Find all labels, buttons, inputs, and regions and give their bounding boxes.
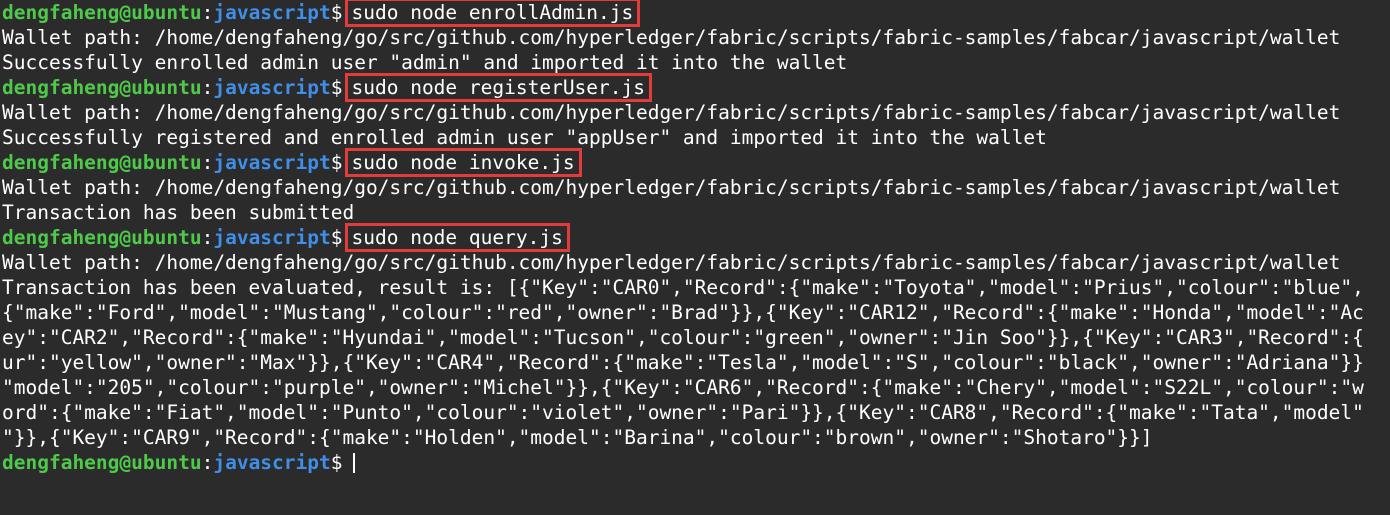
prompt-line: dengfaheng@ubuntu:javascript$ sudo node i…: [2, 148, 1364, 177]
output-line: {"make":"Ford","model":"Mustang","colour…: [2, 301, 1364, 324]
prompt-colon: :: [201, 451, 214, 474]
active-prompt-line[interactable]: dengfaheng@ubuntu:javascript$: [2, 450, 1364, 475]
prompt-symbol: $: [330, 151, 343, 174]
highlighted-command: sudo node invoke.js: [344, 148, 582, 177]
prompt-colon: :: [201, 226, 214, 249]
prompt-user-host: dengfaheng@ubuntu: [2, 451, 202, 474]
prompt-user-host: dengfaheng@ubuntu: [2, 151, 202, 174]
highlighted-command: sudo node query.js: [344, 223, 570, 252]
output-line: Transaction has been submitted: [2, 201, 355, 224]
output-line: ey":"CAR2","Record":{"make":"Hyundai","m…: [2, 326, 1364, 349]
prompt-symbol: $: [330, 76, 343, 99]
prompt-directory: javascript: [213, 151, 331, 174]
output-line: Wallet path: /home/dengfaheng/go/src/git…: [2, 26, 1341, 49]
prompt-user-host: dengfaheng@ubuntu: [2, 76, 202, 99]
output-line: ur":"yellow","owner":"Max"}},{"Key":"CAR…: [2, 351, 1364, 374]
output-line: Transaction has been evaluated, result i…: [2, 276, 1364, 299]
output-line: Wallet path: /home/dengfaheng/go/src/git…: [2, 101, 1341, 124]
output-line: "model":"205","colour":"purple","owner":…: [2, 376, 1364, 399]
output-line: Successfully enrolled admin user "admin"…: [2, 51, 848, 74]
prompt-colon: :: [201, 151, 214, 174]
highlighted-command: sudo node enrollAdmin.js: [344, 0, 641, 27]
prompt-user-host: dengfaheng@ubuntu: [2, 226, 202, 249]
prompt-directory: javascript: [213, 76, 331, 99]
prompt-symbol: $: [330, 226, 343, 249]
prompt-directory: javascript: [213, 451, 331, 474]
terminal-window[interactable]: dengfaheng@ubuntu:javascript$ sudo node e…: [0, 0, 1390, 515]
prompt-line: dengfaheng@ubuntu:javascript$ sudo node r…: [2, 73, 1364, 102]
prompt-line: dengfaheng@ubuntu:javascript$ sudo node q…: [2, 223, 1364, 252]
prompt-directory: javascript: [213, 226, 331, 249]
output-line: Wallet path: /home/dengfaheng/go/src/git…: [2, 251, 1341, 274]
output-line: ord":{"make":"Fiat","model":"Punto","col…: [2, 401, 1364, 424]
output-line: Successfully registered and enrolled adm…: [2, 126, 1047, 149]
output-line: Wallet path: /home/dengfaheng/go/src/git…: [2, 176, 1341, 199]
prompt-user-host: dengfaheng@ubuntu: [2, 1, 202, 24]
highlighted-command: sudo node registerUser.js: [344, 73, 652, 102]
prompt-symbol: $: [330, 451, 343, 474]
terminal-output: dengfaheng@ubuntu:javascript$ sudo node e…: [2, 0, 1364, 475]
output-line: "}},{"Key":"CAR9","Record":{"make":"Hold…: [2, 426, 1153, 449]
prompt-symbol: $: [330, 1, 343, 24]
prompt-colon: :: [201, 76, 214, 99]
text-cursor: [352, 453, 355, 473]
prompt-directory: javascript: [213, 1, 331, 24]
prompt-line: dengfaheng@ubuntu:javascript$ sudo node e…: [2, 0, 1364, 27]
prompt-colon: :: [201, 1, 214, 24]
